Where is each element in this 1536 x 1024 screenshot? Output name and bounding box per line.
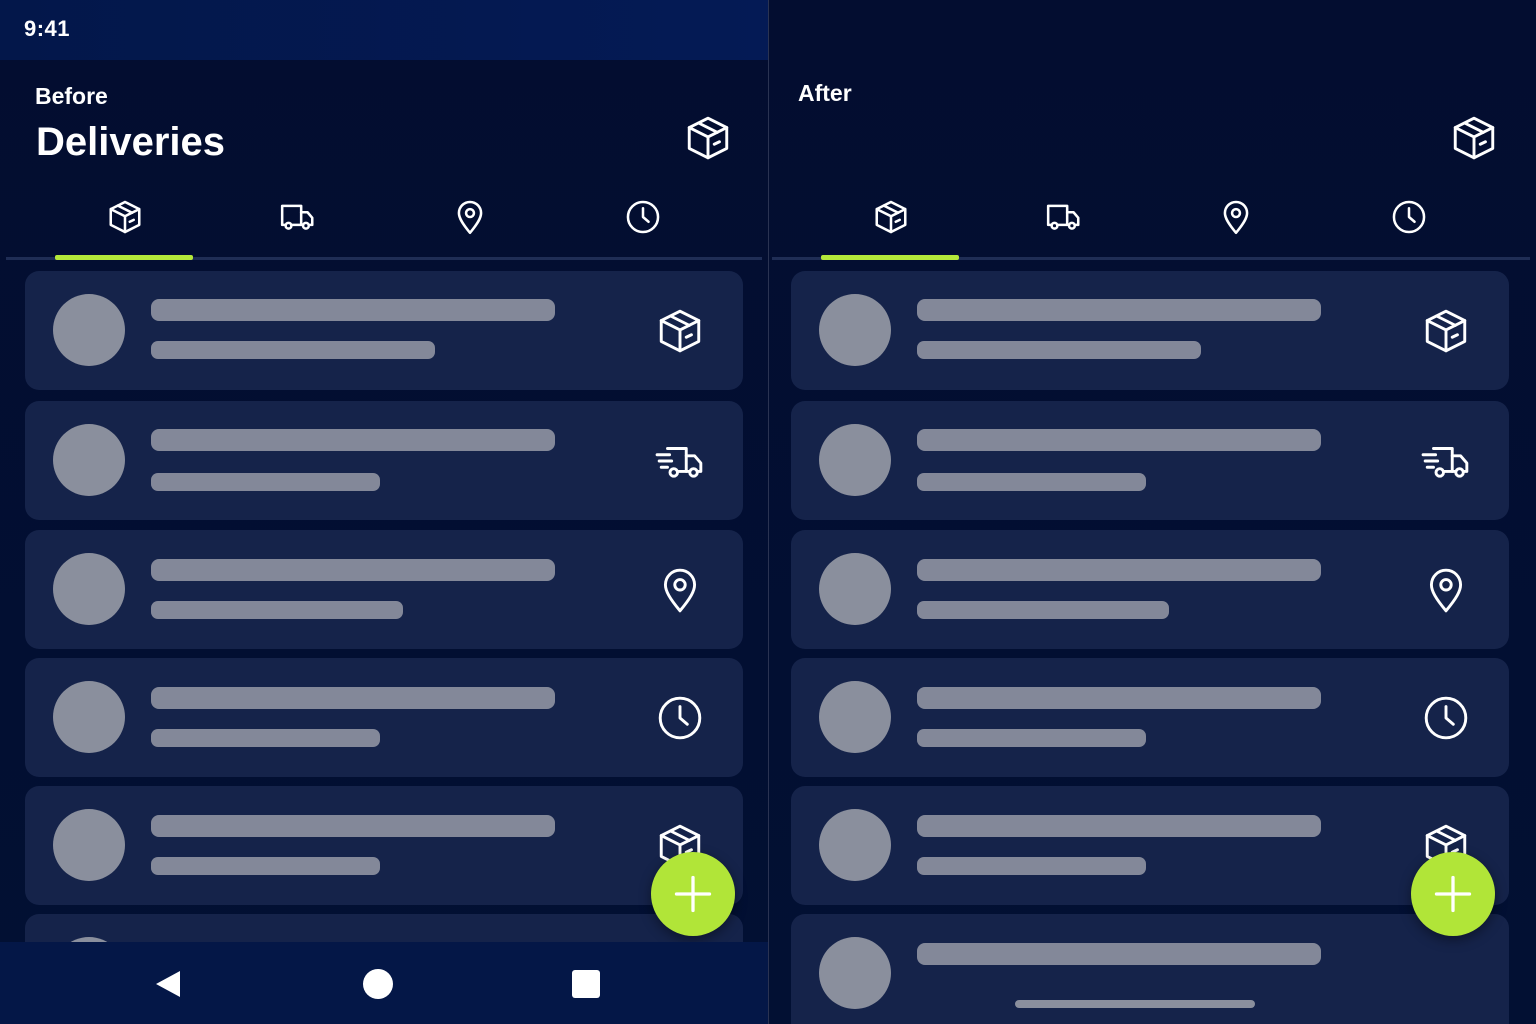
status-bar: 9:41 [0,0,768,60]
subtitle-placeholder [917,473,1146,491]
avatar-placeholder [819,809,891,881]
add-delivery-button[interactable] [1411,852,1495,936]
clock-icon [655,693,705,743]
tab-history[interactable] [573,190,713,257]
list-item[interactable] [25,658,743,777]
home-icon[interactable] [361,967,395,1001]
clock-icon [1392,200,1426,234]
avatar-placeholder [53,553,125,625]
avatar-placeholder [819,681,891,753]
plus-icon [674,875,712,913]
list-item[interactable] [25,530,743,649]
avatar-placeholder [53,681,125,753]
list-item[interactable] [791,658,1509,777]
subtitle-placeholder [917,729,1146,747]
subtitle-placeholder [917,601,1169,619]
package-icon [1421,306,1471,356]
variant-label-before: Before [35,83,108,109]
avatar-placeholder [53,424,125,496]
status-time: 9:41 [24,16,71,41]
list-item[interactable] [791,786,1509,905]
after-panel: After [769,0,1536,1024]
tab-locations[interactable] [400,190,540,257]
title-placeholder [917,429,1321,451]
home-indicator[interactable] [1015,1000,1255,1008]
tab-packages[interactable] [55,190,195,260]
tab-packages[interactable] [821,190,961,260]
list-item[interactable] [791,401,1509,520]
list-item[interactable] [791,530,1509,649]
active-tab-indicator [55,255,193,260]
avatar-placeholder [53,294,125,366]
tab-history[interactable] [1339,190,1479,257]
before-panel: 9:41 Before Deliveries [0,0,768,1024]
title-placeholder [151,429,555,451]
clock-icon [1421,693,1471,743]
truck-icon [280,204,314,230]
tab-bar [772,190,1530,260]
recents-icon[interactable] [569,967,603,1001]
back-icon[interactable] [151,967,185,1001]
page-title: Deliveries [36,120,226,164]
list-item[interactable] [25,271,743,390]
subtitle-placeholder [151,601,403,619]
avatar-placeholder [53,809,125,881]
tab-locations[interactable] [1166,190,1306,257]
title-placeholder [917,299,1321,321]
title-placeholder [917,559,1321,581]
title-placeholder [151,815,555,837]
clock-icon [626,200,660,234]
avatar-placeholder [819,553,891,625]
subtitle-placeholder [151,857,380,875]
avatar-placeholder [819,937,891,1009]
fast-truck-icon [1421,436,1471,486]
avatar-placeholder [819,294,891,366]
package-icon [875,200,907,234]
package-icon[interactable] [683,113,733,163]
plus-icon [1434,875,1472,913]
subtitle-placeholder [151,729,380,747]
title-placeholder [917,687,1321,709]
truck-icon [1046,204,1080,230]
package-icon[interactable] [1449,113,1499,163]
active-tab-indicator [821,255,959,260]
subtitle-placeholder [151,473,380,491]
package-icon [655,306,705,356]
location-pin-icon [457,200,483,235]
tab-shipping[interactable] [994,190,1134,257]
title-placeholder [917,815,1321,837]
title-placeholder [151,687,555,709]
location-pin-icon [1421,565,1471,615]
list-item[interactable] [25,786,743,905]
list-item[interactable] [25,401,743,520]
tab-bar [6,190,762,260]
avatar-placeholder [819,424,891,496]
package-icon [109,200,141,234]
add-delivery-button[interactable] [651,852,735,936]
title-placeholder [151,559,555,581]
title-placeholder [151,299,555,321]
title-placeholder [917,943,1321,965]
location-pin-icon [1223,200,1249,235]
subtitle-placeholder [151,341,435,359]
system-nav-bar [0,942,768,1024]
subtitle-placeholder [917,857,1146,875]
fast-truck-icon [655,436,705,486]
variant-label-after: After [798,80,852,106]
list-item[interactable] [791,271,1509,390]
subtitle-placeholder [917,341,1201,359]
tab-shipping[interactable] [228,190,368,257]
location-pin-icon [655,565,705,615]
